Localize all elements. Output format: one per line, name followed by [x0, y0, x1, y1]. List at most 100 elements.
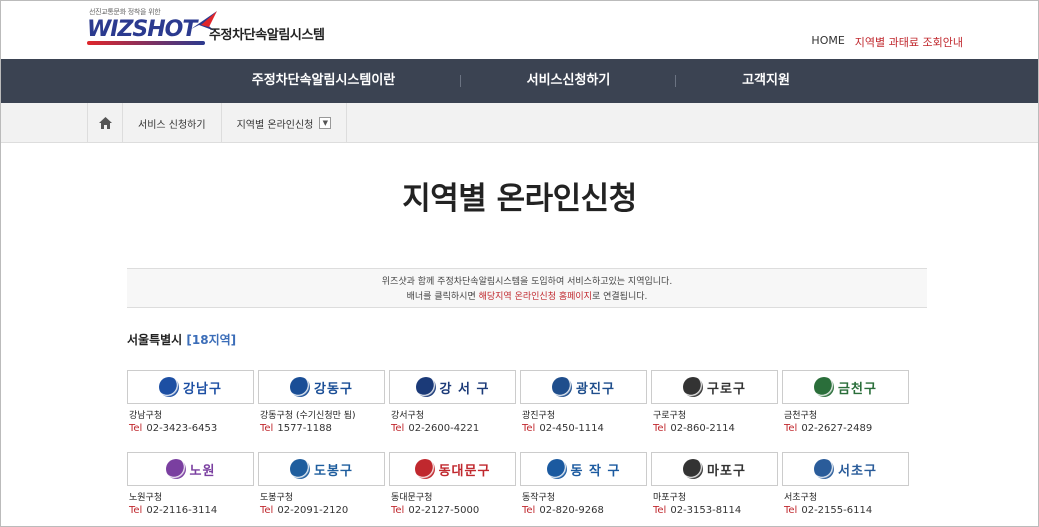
breadcrumb-current-label: 지역별 온라인신청 — [236, 119, 314, 131]
district-tel: Tel 02-3153-8114 — [651, 505, 778, 516]
breadcrumb-home[interactable] — [87, 103, 122, 143]
district-name: 서초구청 — [784, 493, 818, 503]
district-card[interactable]: 동대문구동대문구청 Tel 02-2127-5000 — [389, 452, 516, 516]
site-header: 선진교통문화 정착을 위한 WIZSHOT 주정차단속알림시스템 HOME 지역… — [1, 1, 1038, 59]
district-name: 강남구청 — [129, 411, 163, 421]
notice-line-2-post: 로 연결됩니다. — [591, 292, 648, 302]
district-name: 강서구청 — [391, 411, 425, 421]
district-tel: Tel 02-3423-6453 — [127, 423, 254, 434]
dobong-icon — [290, 459, 311, 479]
notice-line-1: 위즈샷과 함께 주정차단속알림시스템을 도입하여 서비스하고있는 지역입니다. — [381, 277, 673, 287]
nowon-icon — [165, 459, 186, 479]
region-title: 서울특별시 [18지역] — [127, 331, 236, 348]
district-card[interactable]: 강동구 강동구청 (수기신청만 됨) Tel 1577-1188 — [258, 370, 385, 434]
district-card[interactable]: 동 작 구동작구청 Tel 02-820-9268 — [520, 452, 647, 516]
district-name: 동작구청 — [522, 493, 556, 503]
main-nav: 주정차단속알림시스템이란 서비스신청하기 고객지원 — [1, 59, 1038, 103]
tel-label: Tel — [391, 423, 405, 434]
home-link[interactable]: HOME — [811, 34, 844, 50]
district-card[interactable]: 강남구강남구청 Tel 02-3423-6453 — [127, 370, 254, 434]
district-banner[interactable]: 도봉구 — [258, 452, 385, 486]
district-logo-text: 동 작 구 — [570, 463, 621, 479]
dongjak-icon — [546, 459, 567, 479]
nav-item-support[interactable]: 고객지원 — [691, 59, 841, 103]
tel-number: 02-2091-2120 — [277, 505, 349, 516]
nav-divider — [460, 75, 461, 87]
district-banner[interactable]: 구로구 — [651, 370, 778, 404]
district-card[interactable]: 노원노원구청 Tel 02-2116-3114 — [127, 452, 254, 516]
district-name: 광진구청 — [522, 411, 556, 421]
district-logo-text: 마포구 — [707, 463, 746, 479]
logo-swoosh — [87, 41, 205, 45]
district-logo-text: 동대문구 — [438, 463, 491, 479]
district-banner[interactable]: 금천구 — [782, 370, 909, 404]
tel-label: Tel — [260, 423, 274, 434]
notice-line-2: 배너를 클릭하시면 해당지역 온라인신청 홈페이지로 연결됩니다. — [127, 290, 927, 305]
gangseo-icon — [415, 377, 436, 397]
district-tel: Tel 02-860-2114 — [651, 423, 778, 434]
wizshot-logo[interactable]: 선진교통문화 정착을 위한 WIZSHOT 주정차단속알림시스템 — [87, 7, 337, 51]
tel-number: 02-2600-4221 — [408, 423, 480, 434]
tel-label: Tel — [653, 505, 667, 516]
gangdong-icon — [290, 377, 311, 397]
district-card[interactable]: 광진구광진구청 Tel 02-450-1114 — [520, 370, 647, 434]
nav-item-about[interactable]: 주정차단속알림시스템이란 — [231, 59, 416, 103]
district-name: 도봉구청 — [260, 493, 294, 503]
top-links: HOME 지역별 과태료 조회안내 — [811, 34, 963, 50]
district-banner[interactable]: 마포구 — [651, 452, 778, 486]
nav-divider — [675, 75, 676, 87]
fine-lookup-link[interactable]: 지역별 과태료 조회안내 — [855, 34, 963, 50]
logo-system-name: 주정차단속알림시스템 — [209, 28, 325, 43]
district-banner[interactable]: 동대문구 — [389, 452, 516, 486]
district-card[interactable]: 강 서 구강서구청 Tel 02-2600-4221 — [389, 370, 516, 434]
tel-number: 02-2155-6114 — [801, 505, 873, 516]
guro-icon — [683, 377, 704, 397]
logo-tagline: 선진교통문화 정착을 위한 — [89, 8, 161, 16]
tel-label: Tel — [391, 505, 405, 516]
district-banner[interactable]: 강 서 구 — [389, 370, 516, 404]
district-logo-text: 도봉구 — [314, 463, 353, 479]
district-card[interactable]: 금천구 금천구청 Tel 02-2627-2489 — [782, 370, 909, 434]
breadcrumb-apply[interactable]: 서비스 신청하기 — [122, 103, 221, 143]
district-logo-text: 강동구 — [314, 381, 353, 397]
district-card[interactable]: 구로구 구로구청 Tel 02-860-2114 — [651, 370, 778, 434]
district-banner[interactable]: 서초구 — [782, 452, 909, 486]
notice-highlight: 해당지역 온라인신청 홈페이지 — [478, 292, 592, 302]
district-name: 노원구청 — [129, 493, 163, 503]
district-card[interactable]: 도봉구 도봉구청 Tel 02-2091-2120 — [258, 452, 385, 516]
tel-label: Tel — [129, 423, 143, 434]
tel-label: Tel — [129, 505, 143, 516]
district-banner[interactable]: 노원 — [127, 452, 254, 486]
tel-number: 02-820-9268 — [539, 505, 604, 516]
page-title: 지역별 온라인신청 — [402, 181, 637, 217]
nav-item-apply[interactable]: 서비스신청하기 — [476, 59, 661, 103]
mapo-icon — [683, 459, 704, 479]
tel-number: 02-3153-8114 — [670, 505, 742, 516]
notice-box: 위즈샷과 함께 주정차단속알림시스템을 도입하여 서비스하고있는 지역입니다. … — [127, 268, 927, 308]
geumcheon-icon — [814, 377, 835, 397]
district-card[interactable]: 서초구 서초구청 Tel 02-2155-6114 — [782, 452, 909, 516]
district-banner[interactable]: 동 작 구 — [520, 452, 647, 486]
tel-number: 1577-1188 — [277, 423, 332, 434]
tel-number: 02-2127-5000 — [408, 505, 480, 516]
district-banner[interactable]: 강동구 — [258, 370, 385, 404]
chevron-down-icon[interactable]: ▼ — [319, 117, 332, 129]
district-logo-text: 구로구 — [707, 381, 746, 397]
district-name: 동대문구청 — [391, 493, 433, 503]
tel-label: Tel — [522, 423, 536, 434]
breadcrumb-region-online[interactable]: 지역별 온라인신청 ▼ — [220, 103, 348, 143]
tel-number: 02-2627-2489 — [801, 423, 873, 434]
district-banner[interactable]: 강남구 — [127, 370, 254, 404]
tel-label: Tel — [784, 423, 798, 434]
breadcrumb: 서비스 신청하기 지역별 온라인신청 ▼ — [1, 103, 1038, 143]
tel-label: Tel — [522, 505, 536, 516]
tel-label: Tel — [653, 423, 667, 434]
district-banner[interactable]: 광진구 — [520, 370, 647, 404]
seocho-icon — [814, 459, 835, 479]
tel-number: 02-2116-3114 — [146, 505, 218, 516]
district-tel: Tel 02-450-1114 — [520, 423, 647, 434]
district-logo-text: 노원 — [189, 463, 216, 479]
district-card[interactable]: 마포구마포구청 Tel 02-3153-8114 — [651, 452, 778, 516]
district-name: 마포구청 — [653, 493, 687, 503]
tel-number: 02-860-2114 — [670, 423, 735, 434]
